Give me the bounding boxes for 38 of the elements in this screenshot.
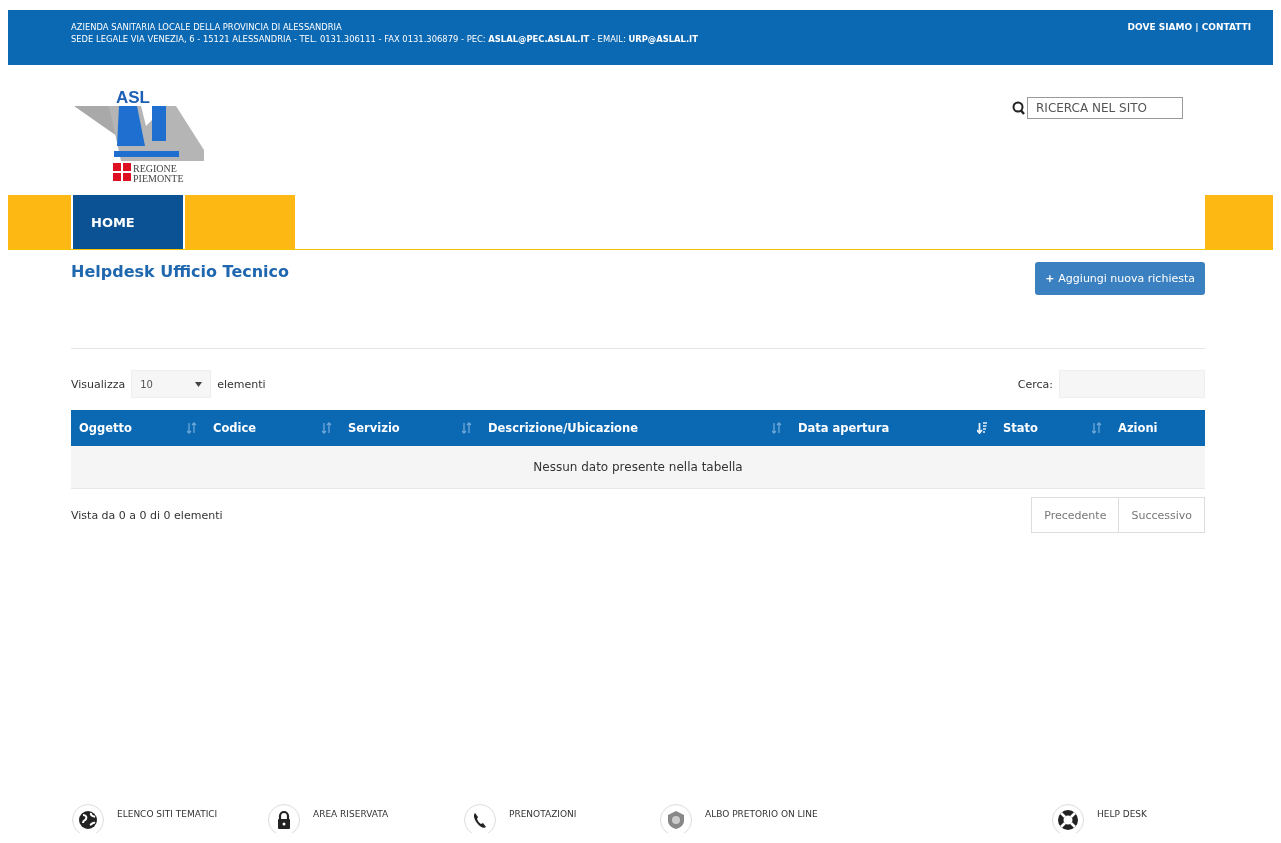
column-header[interactable]: Oggetto	[71, 410, 205, 446]
footer-link[interactable]: PRENOTAZIONI	[509, 803, 577, 819]
column-header[interactable]: Data apertura	[790, 410, 995, 446]
column-header[interactable]: Servizio	[340, 410, 480, 446]
empty-message: Nessun dato presente nella tabella	[71, 446, 1205, 489]
sort-icon[interactable]	[1092, 422, 1102, 434]
globe-icon[interactable]	[71, 803, 105, 833]
sort-icon[interactable]	[187, 422, 197, 434]
phone-icon[interactable]	[463, 803, 497, 833]
sort-icon[interactable]	[772, 422, 782, 434]
sort-icon[interactable]	[322, 422, 332, 434]
caret-icon	[195, 381, 203, 387]
sort-descending-icon[interactable]	[977, 422, 987, 434]
top-links[interactable]: DOVE SIAMO | CONTATTI	[1127, 10, 1251, 65]
nav-tab[interactable]: HOME	[73, 195, 183, 249]
length-label: elementi	[217, 377, 266, 391]
column-header[interactable]: Stato	[995, 410, 1110, 446]
page-title: Helpdesk Ufficio Tecnico	[71, 262, 290, 281]
footer-link[interactable]: HELP DESK	[1097, 803, 1147, 819]
contact-text: AZIENDA SANITARIA LOCALE DELLA PROVINCIA DI ALESSANDRIA	[71, 22, 343, 32]
filter-label: Cerca:	[1017, 377, 1053, 391]
logo-drawing[interactable]: ASL REGIONE PIEMONTE	[74, 81, 204, 191]
column-header[interactable]: Codice	[205, 410, 340, 446]
lock-icon[interactable]	[267, 803, 301, 833]
footer-link[interactable]: AREA RISERVATA	[313, 803, 389, 819]
search-field[interactable]: RICERCA NEL SITO	[1027, 97, 1183, 119]
lifebuoy-icon[interactable]	[1051, 803, 1085, 833]
length-label: Visualizza	[71, 377, 126, 391]
length-select[interactable]: 10	[131, 370, 212, 398]
column-header[interactable]: Descrizione/Ubicazione	[480, 410, 790, 446]
add-request-button[interactable]: + Aggiungi nuova richiesta	[1035, 262, 1205, 295]
search-icon[interactable]	[1012, 101, 1025, 115]
footer-link[interactable]: ELENCO SITI TEMATICI	[117, 803, 218, 819]
contact-text: SEDE LEGALE VIA VENEZIA, 6 - 15121 ALESSANDRIA - TEL. 0131.306111 - FAX 0131.306879 - PEC: ASLAL@PEC.ASLAL.IT - EMAIL: URP@ASLAL.IT	[71, 34, 698, 44]
sort-icon[interactable]	[462, 422, 472, 434]
column-header[interactable]: Azioni	[1110, 410, 1205, 446]
footer-link[interactable]: ALBO PRETORIO ON LINE	[705, 803, 818, 819]
table-info: Vista da 0 a 0 di 0 elementi	[71, 508, 223, 522]
